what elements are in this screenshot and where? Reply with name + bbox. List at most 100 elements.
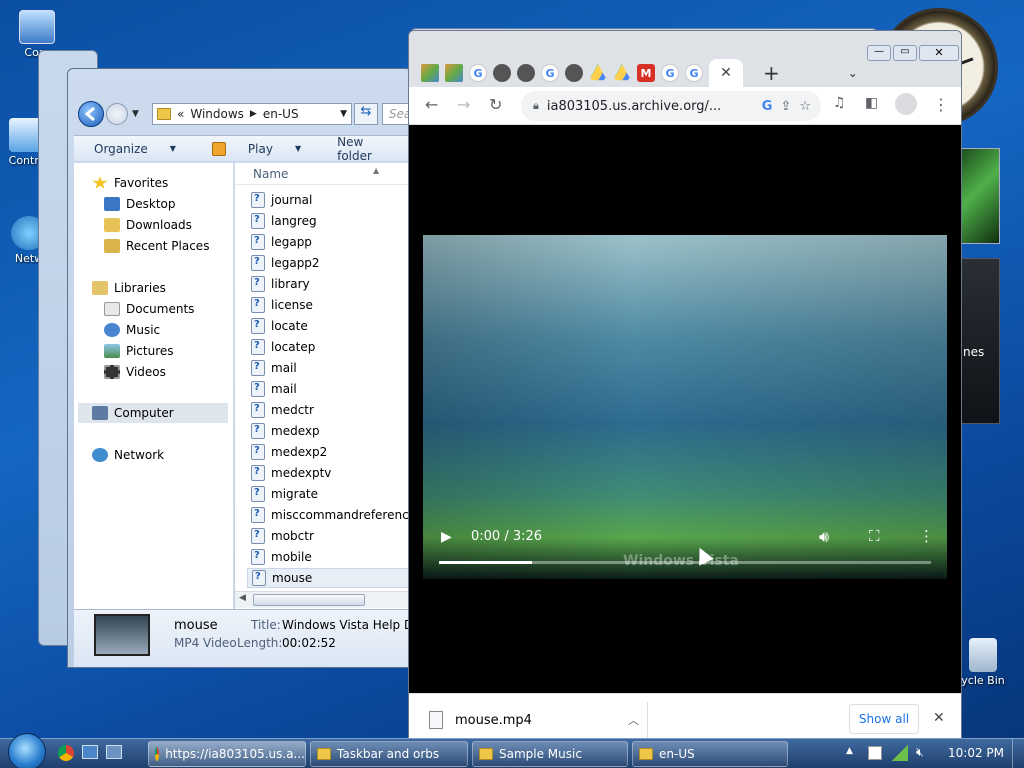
forward-button[interactable] [106,103,128,125]
file-row[interactable]: legapp [251,232,312,252]
nav-desktop[interactable]: Desktop [104,194,176,214]
tab-archive-icon[interactable] [565,64,583,82]
address-bar[interactable]: « Windows ▶ en-US ▼ [152,103,352,125]
nav-pictures[interactable]: Pictures [104,341,174,361]
file-row[interactable]: mobctr [251,526,314,546]
video-progress-track[interactable] [439,561,931,564]
reload-icon[interactable]: ↻ [489,95,502,114]
close-window-button[interactable]: ✕ [919,45,959,61]
start-button[interactable] [8,733,46,768]
omnibox[interactable]: 🔒︎ ia803105.us.archive.org/... G ⇪ ☆ [521,91,821,121]
profile-avatar-icon[interactable] [895,93,917,115]
horizontal-scrollbar[interactable]: ◀ [235,591,413,608]
breadcrumb-windows[interactable]: Windows [190,107,244,121]
file-row[interactable]: library [251,274,310,294]
show-desktop-button[interactable] [1012,739,1024,768]
side-panel-icon[interactable]: ◧ [865,95,878,111]
play-icon[interactable]: ▶ [441,529,452,545]
new-tab-button[interactable]: + [763,61,780,85]
video-player[interactable]: Windows Vista ▶ 0:00 / 3:26 🔊︎ ⛶ ⋮ [423,235,947,579]
file-row[interactable]: medexptv [251,463,331,483]
close-download-bar-icon[interactable]: ✕ [933,710,945,726]
tab-search-icon[interactable]: ⌄ [848,66,858,80]
file-row[interactable]: migrate [251,484,318,504]
chrome-window[interactable]: — ▭ ✕ G G M G G ✕ + ⌄ ← → ↻ 🔒︎ ia803105.… [408,30,962,744]
back-icon[interactable]: ← [425,95,438,114]
network-status-icon[interactable] [892,745,908,761]
tab-google-icon[interactable]: G [661,64,679,82]
system-clock[interactable]: 10:02 PM [948,746,1004,760]
taskbar-item-taskbar-and-orbs[interactable]: Taskbar and orbs [310,741,468,767]
tab-archive-icon[interactable] [493,64,511,82]
show-hidden-icons-icon[interactable]: ▲ [846,746,853,756]
tab-google-icon[interactable]: G [541,64,559,82]
forward-icon[interactable]: → [457,95,470,114]
tab-image-icon[interactable] [421,64,439,82]
file-row[interactable]: medctr [251,400,314,420]
bookmark-star-icon[interactable]: ☆ [799,99,811,114]
file-row[interactable]: mouse [247,568,413,588]
recent-pages-dropdown[interactable]: ▼ [132,109,139,119]
switch-windows-quicklaunch-icon[interactable] [106,745,122,759]
more-options-icon[interactable]: ⋮ [919,527,934,545]
file-row[interactable]: mail [251,358,297,378]
tab-drive-icon[interactable] [613,64,631,81]
tab-image-icon[interactable] [445,64,463,82]
file-row[interactable]: license [251,295,313,315]
tab-archive-icon[interactable] [517,64,535,82]
nav-computer[interactable]: Computer [78,403,228,423]
taskbar-item-sample-music[interactable]: Sample Music [472,741,628,767]
tab-drive-icon[interactable] [589,64,607,81]
media-controls-icon[interactable]: ♫ [833,95,846,111]
chrome-quicklaunch-icon[interactable] [58,745,74,761]
file-row[interactable]: locate [251,316,308,336]
maximize-button[interactable]: ▭ [893,45,917,61]
nav-libraries[interactable]: Libraries [92,278,166,298]
file-row[interactable]: locatep [251,337,315,357]
chevron-up-icon[interactable]: ︿ [628,712,639,728]
taskbar-item-en-us[interactable]: en-US [632,741,788,767]
action-center-icon[interactable] [868,746,882,760]
file-row[interactable]: medexp [251,421,320,441]
show-desktop-quicklaunch-icon[interactable] [82,745,98,759]
scrollbar-thumb[interactable] [253,594,365,606]
scroll-left-icon[interactable]: ◀ [239,593,246,603]
nav-network[interactable]: Network [92,445,164,465]
nav-downloads[interactable]: Downloads [104,215,192,235]
file-row[interactable]: misccommandreference [251,505,413,525]
nav-music[interactable]: Music [104,320,160,340]
nav-favorites[interactable]: Favorites [92,173,168,193]
download-item[interactable]: mouse.mp4 ︿ [429,708,639,732]
url-text[interactable]: ia803105.us.archive.org/... [547,99,721,114]
minimize-button[interactable]: — [867,45,891,61]
file-row[interactable]: legapp2 [251,253,320,273]
taskbar-item-chrome[interactable]: https://ia803105.us.a... [148,741,306,767]
file-row[interactable]: medexp2 [251,442,327,462]
google-lens-icon[interactable]: G [762,99,773,114]
nav-documents[interactable]: Documents [104,299,194,319]
menu-icon[interactable]: ⋮ [933,95,949,114]
volume-icon[interactable]: 🔊︎ [819,527,829,547]
breadcrumb-en-us[interactable]: en-US [263,107,299,121]
show-all-button[interactable]: Show all [849,704,919,734]
tab-google-icon[interactable]: G [469,64,487,82]
volume-muted-icon[interactable]: 🔇︎ [916,745,932,761]
file-row[interactable]: journal [251,190,312,210]
refresh-button[interactable]: ⇆ [354,103,378,125]
file-row[interactable]: langreg [251,211,317,231]
file-row[interactable]: mail [251,379,297,399]
active-tab[interactable]: ✕ [709,59,743,87]
play-button[interactable]: Play ▼ [211,141,319,156]
back-button[interactable] [78,101,104,127]
tab-google-icon[interactable]: G [685,64,703,82]
fullscreen-icon[interactable]: ⛶ [869,527,880,545]
share-icon[interactable]: ⇪ [780,99,791,114]
media-gadget[interactable]: nes [960,258,1000,424]
address-dropdown-icon[interactable]: ▼ [340,109,347,119]
file-row[interactable]: mobile [251,547,312,567]
breadcrumb-overflow[interactable]: « [177,107,184,121]
column-header-name[interactable]: Name ▲ [235,163,413,185]
slideshow-gadget[interactable] [958,148,1000,244]
explorer-window[interactable]: ▼ « Windows ▶ en-US ▼ ⇆ Sea Organize ▼ Pl… [67,68,426,668]
new-folder-button[interactable]: New folder [337,135,393,163]
